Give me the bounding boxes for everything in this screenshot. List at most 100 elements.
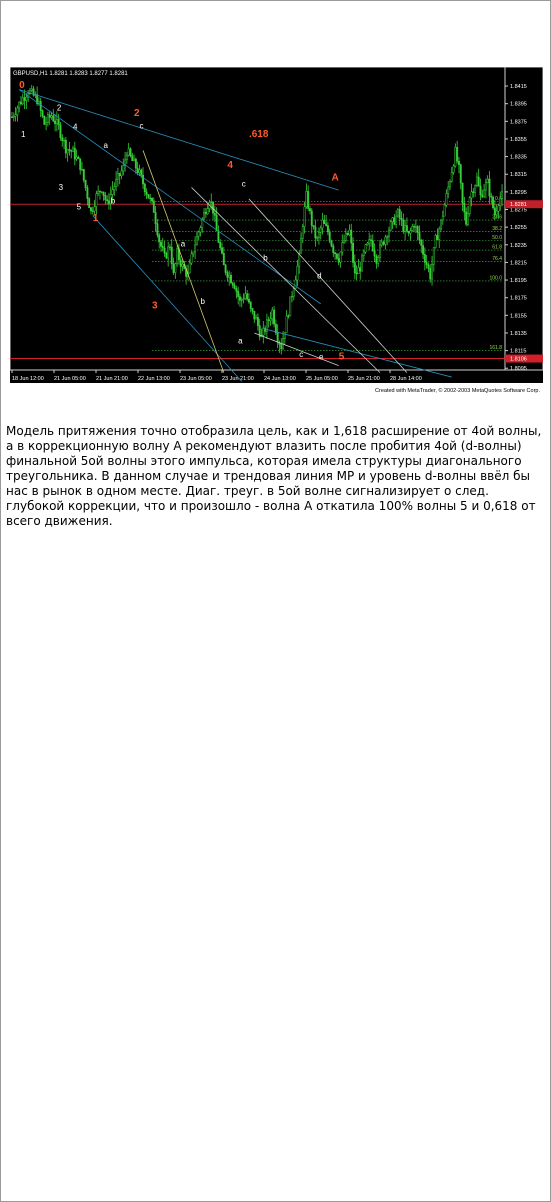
candle-body bbox=[479, 185, 482, 196]
candle-body bbox=[140, 169, 143, 176]
candle-body bbox=[350, 229, 353, 244]
y-tick-label: 1.8375 bbox=[510, 119, 527, 125]
candle-body bbox=[210, 201, 213, 204]
candle-body bbox=[474, 185, 477, 193]
candle-body bbox=[413, 226, 416, 228]
candle-body bbox=[440, 219, 442, 230]
chart-figure: GBPUSD,H1 1.8281 1.8283 1.8277 1.8281 1.8… bbox=[10, 67, 543, 395]
candle-body bbox=[296, 265, 299, 281]
wave-label: c bbox=[139, 121, 143, 130]
candle-body bbox=[163, 247, 166, 254]
candle-body bbox=[309, 208, 311, 212]
candle-body bbox=[11, 116, 13, 118]
candle-body bbox=[287, 315, 290, 317]
chart-title: GBPUSD,H1 1.8281 1.8283 1.8277 1.8281 bbox=[13, 71, 128, 77]
candle-body bbox=[452, 165, 455, 173]
candle-body bbox=[61, 137, 64, 141]
candle-body bbox=[366, 242, 369, 246]
candle-body bbox=[364, 244, 367, 253]
wave-label: 5 bbox=[77, 203, 82, 212]
candle-body bbox=[292, 288, 295, 297]
candle-body bbox=[468, 197, 471, 214]
candle-body bbox=[63, 139, 66, 142]
candle-body bbox=[221, 247, 223, 254]
candle-body bbox=[465, 211, 468, 225]
candle-body bbox=[237, 291, 240, 297]
x-tick-label: 25 Jun 05:00 bbox=[306, 376, 338, 382]
candle-body bbox=[391, 217, 394, 222]
candle-body bbox=[375, 255, 378, 264]
candle-body bbox=[224, 264, 227, 273]
candle-body bbox=[21, 97, 24, 105]
candle-body bbox=[463, 203, 466, 213]
candle-body bbox=[388, 229, 390, 238]
y-tick-label: 1.8155 bbox=[510, 313, 527, 319]
wave-label: 2 bbox=[134, 108, 140, 119]
candle-body bbox=[488, 178, 491, 197]
candle-body bbox=[262, 327, 265, 336]
candle-body bbox=[106, 199, 109, 202]
x-tick-label: 22 Jun 13:00 bbox=[138, 376, 170, 382]
candle-body bbox=[431, 263, 433, 280]
candle-body bbox=[429, 268, 432, 280]
candle-body bbox=[373, 250, 376, 257]
candle-body bbox=[402, 219, 405, 232]
candle-body bbox=[291, 295, 293, 298]
candle-body bbox=[215, 215, 218, 232]
candle-body bbox=[310, 210, 313, 226]
candle-body bbox=[379, 244, 381, 258]
candle-body bbox=[14, 114, 17, 117]
candle-body bbox=[280, 344, 283, 350]
candle-body bbox=[247, 298, 250, 303]
candle-body bbox=[100, 191, 103, 193]
candle-body bbox=[303, 206, 306, 227]
wave-label: a bbox=[238, 337, 243, 346]
candle-body bbox=[425, 262, 428, 266]
candle-body bbox=[154, 212, 157, 224]
candle-body bbox=[59, 124, 62, 138]
candle-body bbox=[330, 240, 333, 247]
x-tick-label: 25 Jun 21:00 bbox=[348, 376, 380, 382]
candle-body bbox=[181, 264, 184, 267]
candle-body bbox=[136, 167, 139, 173]
y-tick-label: 1.8135 bbox=[510, 331, 527, 337]
y-tick-label: 1.8275 bbox=[510, 208, 527, 214]
candle-body bbox=[233, 285, 236, 289]
candle-body bbox=[490, 195, 493, 198]
candle-body bbox=[484, 182, 487, 191]
candle-body bbox=[240, 299, 243, 301]
wave-label: b bbox=[200, 297, 205, 306]
candle-body bbox=[501, 191, 503, 199]
candle-body bbox=[319, 227, 322, 233]
candle-body bbox=[466, 213, 469, 225]
candle-body bbox=[151, 197, 153, 202]
candle-body bbox=[145, 191, 148, 195]
candle-body bbox=[352, 242, 355, 263]
fib-level-label: 100.0 bbox=[489, 275, 502, 281]
fib-level-label: 50.0 bbox=[492, 235, 502, 241]
candle-body bbox=[199, 227, 202, 233]
candle-body bbox=[447, 186, 450, 194]
x-tick-label: 23 Jun 05:00 bbox=[180, 376, 212, 382]
candle-body bbox=[382, 241, 385, 245]
y-tick-label: 1.8195 bbox=[510, 278, 527, 284]
candle-body bbox=[384, 236, 387, 245]
candle-body bbox=[30, 88, 33, 91]
candle-body bbox=[407, 230, 410, 234]
candle-body bbox=[46, 114, 49, 123]
wave-label: .618 bbox=[249, 129, 269, 140]
candle-body bbox=[156, 223, 159, 236]
candle-body bbox=[251, 308, 254, 312]
candle-body bbox=[48, 114, 51, 118]
candle-body bbox=[25, 96, 28, 101]
candle-body bbox=[82, 169, 85, 181]
candle-body bbox=[256, 317, 259, 326]
candle-body bbox=[321, 219, 324, 229]
candle-body bbox=[167, 246, 170, 259]
candle-body bbox=[64, 139, 67, 154]
candle-body bbox=[226, 272, 229, 278]
candle-body bbox=[194, 244, 197, 253]
candle-body bbox=[396, 209, 399, 217]
candle-body bbox=[461, 182, 464, 204]
candle-body bbox=[470, 191, 473, 199]
